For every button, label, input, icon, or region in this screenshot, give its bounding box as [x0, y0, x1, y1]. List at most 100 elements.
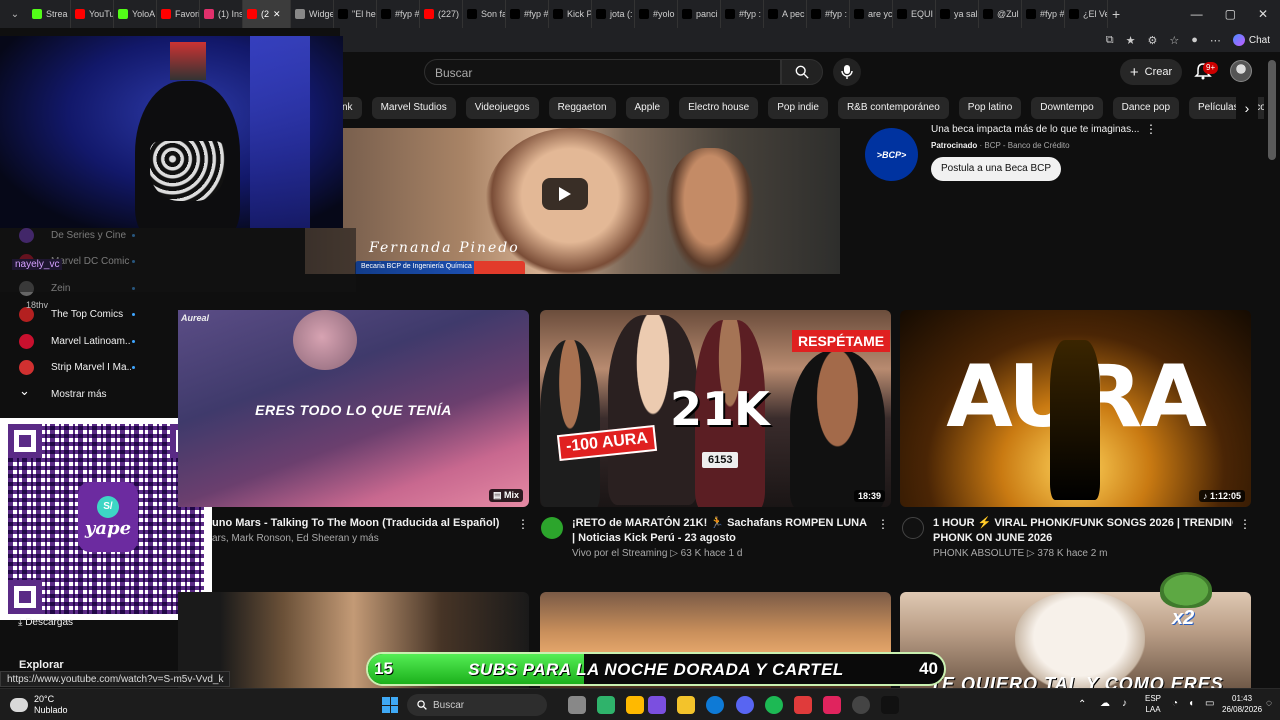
- tray-mic-icon[interactable]: ♪: [1122, 698, 1127, 709]
- chips-next-chevron-icon[interactable]: ›: [1236, 97, 1258, 119]
- browser-tab[interactable]: panci: [678, 0, 721, 28]
- profile-icon[interactable]: ●: [1191, 34, 1198, 46]
- video-title-2[interactable]: ¡RETO de MARATÓN 21K! 🏃 Sachafans ROMPEN…: [572, 516, 870, 546]
- category-chip[interactable]: Apple: [625, 97, 670, 119]
- more-menu-icon[interactable]: ⋯: [1210, 34, 1221, 47]
- app-icon-red[interactable]: [794, 696, 812, 714]
- sidebar-item-downloads[interactable]: ⤓ Descargas: [18, 617, 73, 628]
- category-chip[interactable]: Dance pop: [1112, 97, 1180, 119]
- browser-tab[interactable]: @Zul: [979, 0, 1022, 28]
- file-explorer-icon[interactable]: [677, 696, 695, 714]
- video-title-1[interactable]: uno Mars - Talking To The Moon (Traducid…: [212, 516, 502, 531]
- browser-tab[interactable]: EQUI: [893, 0, 936, 28]
- browser-tab[interactable]: #yolo: [635, 0, 678, 28]
- video-title-3[interactable]: 1 HOUR ⚡ VIRAL PHONK/FUNK SONGS 2026 | T…: [933, 516, 1233, 546]
- spotify-icon[interactable]: [765, 696, 783, 714]
- channel-avatar-2[interactable]: [541, 517, 563, 539]
- account-avatar[interactable]: [1230, 60, 1252, 82]
- notification-center-icon[interactable]: ◌: [1266, 698, 1272, 709]
- channel-name-3[interactable]: PHONK ABSOLUTE: [933, 548, 1024, 559]
- browser-tab[interactable]: #fyp :: [721, 0, 764, 28]
- sidebar-channel-item[interactable]: Marvel Latinoam...: [0, 328, 178, 354]
- favorites-icon[interactable]: ☆: [1169, 34, 1179, 47]
- obs-icon[interactable]: [852, 696, 870, 714]
- maximize-icon[interactable]: ▢: [1225, 7, 1236, 21]
- search-input[interactable]: Buscar: [424, 59, 781, 85]
- tiktok-icon[interactable]: [881, 696, 899, 714]
- browser-tab[interactable]: ¿El Ve: [1065, 0, 1108, 28]
- browser-tab[interactable]: #fyp #: [1022, 0, 1065, 28]
- browser-tab[interactable]: are yc: [850, 0, 893, 28]
- widgets-icon[interactable]: [597, 696, 615, 714]
- copilot-chat-button[interactable]: Chat: [1232, 34, 1270, 46]
- browser-tab[interactable]: A pec: [764, 0, 807, 28]
- browser-tab[interactable]: YouTu: [71, 0, 114, 28]
- clock[interactable]: 01:43 26/08/2026: [1222, 693, 1262, 715]
- video-thumbnail-1[interactable]: Aureal ERES TODO LO QUE TENÍA ▤ Mix: [178, 310, 529, 507]
- bcp-logo[interactable]: >BCP>: [865, 128, 918, 181]
- discord-icon[interactable]: [736, 696, 754, 714]
- tray-wifi-icon[interactable]: ◔: [1172, 698, 1178, 709]
- tray-volume-icon[interactable]: ◖: [1188, 698, 1194, 709]
- taskbar-search[interactable]: Buscar: [407, 694, 547, 716]
- search-button[interactable]: [781, 59, 823, 85]
- video-3-options-icon[interactable]: ⋮: [1239, 517, 1251, 531]
- sidebar-show-more[interactable]: ⌄ Mostrar más: [0, 381, 178, 407]
- edge-browser-icon[interactable]: [706, 696, 724, 714]
- browser-tab[interactable]: jota (:: [592, 0, 635, 28]
- play-button[interactable]: [542, 178, 588, 210]
- task-view-icon[interactable]: [568, 696, 586, 714]
- video-thumbnail-2[interactable]: RESPÉTAME 21K -100 AURA 6153 18:39: [540, 310, 891, 507]
- minimize-icon[interactable]: —: [1191, 7, 1203, 21]
- channel-name-2[interactable]: Vivo por el Streaming: [572, 548, 667, 559]
- ad-video-banner[interactable]: Fernanda Pinedo Becaria BCP de Ingenierí…: [305, 128, 840, 274]
- category-chip[interactable]: Reggaeton: [548, 97, 616, 119]
- browser-tab[interactable]: Widge: [291, 0, 334, 28]
- language-indicator[interactable]: ESP LAA: [1145, 693, 1161, 715]
- category-chip[interactable]: Pop latino: [958, 97, 1022, 119]
- tray-network-icon[interactable]: ☁: [1100, 698, 1110, 709]
- screenshot-icon[interactable]: ⧉: [1106, 34, 1114, 47]
- browser-tab[interactable]: "El he: [334, 0, 377, 28]
- browser-tab[interactable]: Strea: [28, 0, 71, 28]
- new-tab-button[interactable]: +: [1108, 0, 1124, 28]
- ad-more-options-icon[interactable]: ⋮: [1145, 122, 1157, 136]
- category-chip[interactable]: Marvel Studios: [371, 97, 456, 119]
- windows-start-icon[interactable]: [382, 697, 398, 713]
- close-icon[interactable]: ✕: [1258, 7, 1268, 21]
- video-thumbnail-3[interactable]: AURA ♪ 1:12:05: [900, 310, 1251, 507]
- tab-search-button[interactable]: ⌄: [2, 3, 28, 25]
- create-button[interactable]: + Crear: [1120, 59, 1182, 85]
- browser-tab[interactable]: (2 ✕: [243, 0, 291, 28]
- tab-close-icon[interactable]: ✕: [273, 9, 281, 20]
- tray-overflow-icon[interactable]: ⌃: [1078, 699, 1086, 710]
- category-chip[interactable]: Videojuegos: [465, 97, 539, 119]
- browser-tab[interactable]: ya sal: [936, 0, 979, 28]
- voice-search-button[interactable]: [833, 58, 861, 86]
- sidebar-channel-item[interactable]: Strip Marvel I Ma...: [0, 355, 178, 381]
- browser-tab[interactable]: #fyp #: [377, 0, 420, 28]
- extensions-icon[interactable]: ⚙: [1147, 34, 1157, 47]
- store-icon[interactable]: [626, 696, 644, 714]
- category-chip[interactable]: Electro house: [679, 97, 759, 119]
- video-2-options-icon[interactable]: ⋮: [877, 517, 889, 531]
- bookmark-star-icon[interactable]: ★: [1126, 34, 1136, 47]
- category-chip[interactable]: Pop indie: [768, 97, 828, 119]
- browser-tab[interactable]: YoloA: [114, 0, 157, 28]
- browser-tab[interactable]: Favori: [157, 0, 200, 28]
- browser-tab[interactable]: #fyp :: [807, 0, 850, 28]
- weather-widget[interactable]: 20°C Nublado: [10, 694, 68, 716]
- browser-tab[interactable]: (227): [420, 0, 463, 28]
- video-1-options-icon[interactable]: ⋮: [517, 517, 529, 531]
- browser-tab[interactable]: (1) Ins: [200, 0, 243, 28]
- channel-avatar-3[interactable]: [902, 517, 924, 539]
- copilot-app-icon[interactable]: [648, 696, 666, 714]
- category-chip[interactable]: Downtempo: [1031, 97, 1103, 119]
- tray-battery-icon[interactable]: ▭: [1205, 698, 1214, 709]
- ad-title[interactable]: Una beca impacta más de lo que te imagin…: [931, 124, 1139, 135]
- tiktok-app-icon[interactable]: [823, 696, 841, 714]
- category-chip[interactable]: R&B contemporáneo: [837, 97, 949, 119]
- ad-cta-button[interactable]: Postula a una Beca BCP: [931, 157, 1062, 181]
- page-scrollbar[interactable]: [1268, 60, 1276, 160]
- browser-tab[interactable]: #fyp #: [506, 0, 549, 28]
